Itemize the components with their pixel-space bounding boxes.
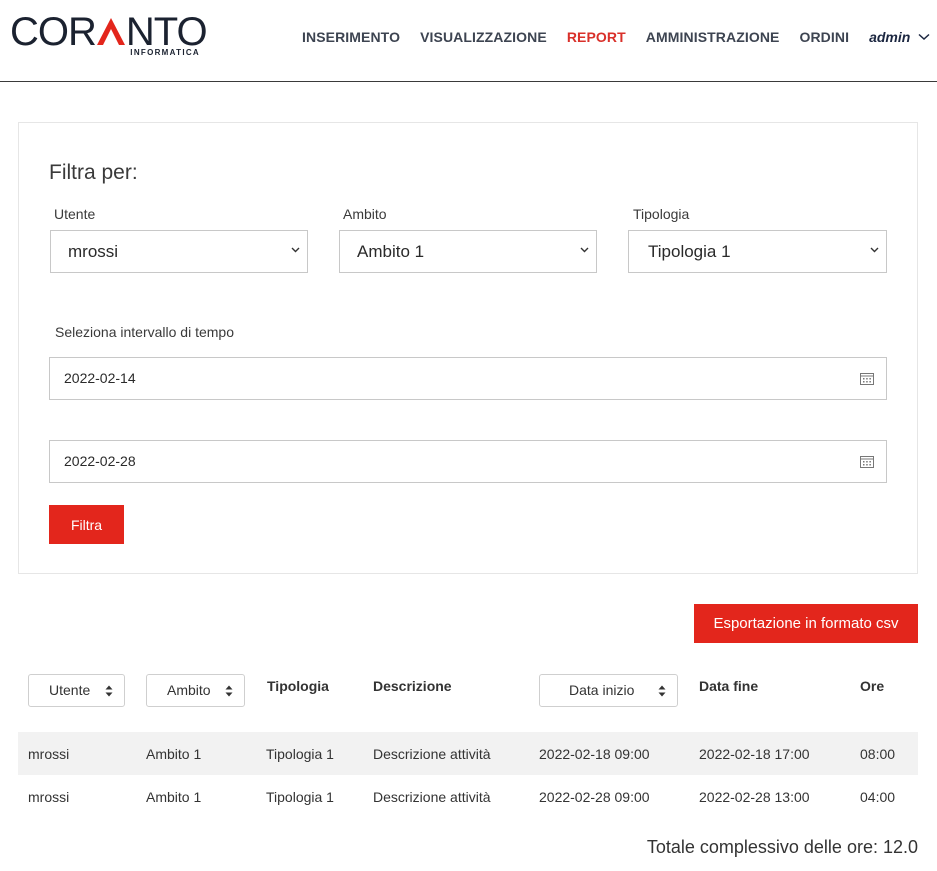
- chevron-down-icon: [291, 247, 300, 253]
- app-header: COR NTO INFORMATICA INSERIMENTO VISUALIZZ…: [0, 0, 937, 82]
- logo-text-post: NTO: [125, 10, 208, 54]
- total-hours: Totale complessivo delle ore: 12.0: [646, 837, 918, 857]
- cell-ore: 04:00: [860, 789, 896, 805]
- utente-select-value: mrossi: [68, 242, 119, 261]
- header-descrizione: Descrizione: [373, 678, 452, 694]
- header-ambito: Ambito: [167, 682, 211, 698]
- sort-updown-icon: [658, 685, 666, 697]
- tipologia-select-value: Tipologia 1: [648, 242, 731, 261]
- table-row: mrossi Ambito 1 Tipologia 1 Descrizione …: [18, 775, 918, 818]
- nav-item-report[interactable]: REPORT: [567, 29, 626, 45]
- cell-utente: mrossi: [28, 789, 70, 805]
- date-start-input[interactable]: 2022-02-14: [49, 357, 887, 400]
- sort-data-inizio-button[interactable]: Data inizio: [539, 674, 678, 707]
- tipologia-label: Tipologia: [633, 206, 690, 222]
- cell-ambito: Ambito 1: [146, 746, 202, 762]
- utente-select[interactable]: mrossi: [50, 230, 308, 273]
- date-end-input[interactable]: 2022-02-28: [49, 440, 887, 483]
- nav-item-visualizzazione[interactable]: VISUALIZZAZIONE: [420, 29, 547, 45]
- header-tipologia: Tipologia: [267, 678, 329, 694]
- cell-data-inizio: 2022-02-28 09:00: [539, 789, 650, 805]
- ambito-select[interactable]: Ambito 1: [339, 230, 597, 273]
- header-data-inizio: Data inizio: [569, 682, 635, 698]
- nav-item-ordini[interactable]: ORDINI: [799, 29, 849, 45]
- calendar-icon[interactable]: [860, 455, 874, 468]
- filtra-button[interactable]: Filtra: [49, 505, 124, 544]
- logo-wordmark: COR NTO: [10, 10, 208, 54]
- main-nav: INSERIMENTO VISUALIZZAZIONE REPORT AMMIN…: [302, 28, 930, 46]
- header-ore: Ore: [860, 678, 885, 694]
- cell-tipologia: Tipologia 1: [266, 789, 334, 805]
- header-utente: Utente: [49, 682, 91, 698]
- table-row: mrossi Ambito 1 Tipologia 1 Descrizione …: [18, 732, 918, 775]
- logo-text-pre: COR: [10, 10, 97, 54]
- cell-ambito: Ambito 1: [146, 789, 202, 805]
- calendar-icon[interactable]: [860, 372, 874, 385]
- chevron-down-icon: [580, 247, 589, 253]
- cell-ore: 08:00: [860, 746, 896, 762]
- nav-item-inserimento[interactable]: INSERIMENTO: [302, 29, 400, 45]
- logo-a-mark-icon: [96, 18, 125, 45]
- interval-label: Seleziona intervallo di tempo: [55, 324, 234, 340]
- cell-descrizione: Descrizione attività: [373, 746, 491, 762]
- cell-utente: mrossi: [28, 746, 70, 762]
- filter-title: Filtra per:: [49, 161, 138, 184]
- cell-data-inizio: 2022-02-18 09:00: [539, 746, 650, 762]
- cell-tipologia: Tipologia 1: [266, 746, 334, 762]
- ambito-label: Ambito: [343, 206, 387, 222]
- ambito-select-value: Ambito 1: [357, 242, 425, 261]
- sort-updown-icon: [225, 685, 233, 697]
- nav-item-amministrazione[interactable]: AMMINISTRAZIONE: [646, 29, 780, 45]
- cell-descrizione: Descrizione attività: [373, 789, 491, 805]
- cell-data-fine: 2022-02-28 13:00: [699, 789, 810, 805]
- sort-utente-button[interactable]: Utente: [28, 674, 125, 707]
- cell-data-fine: 2022-02-18 17:00: [699, 746, 810, 762]
- logo-subtitle: INFORMATICA: [130, 48, 200, 57]
- user-menu[interactable]: admin: [869, 29, 930, 45]
- header-data-fine: Data fine: [699, 678, 759, 694]
- export-csv-button[interactable]: Esportazione in formato csv: [694, 604, 918, 643]
- sort-updown-icon: [105, 685, 113, 697]
- date-start-value: 2022-02-14: [64, 370, 136, 386]
- chevron-down-icon: [918, 33, 930, 41]
- sort-ambito-button[interactable]: Ambito: [146, 674, 245, 707]
- tipologia-select[interactable]: Tipologia 1: [628, 230, 887, 273]
- filter-card: Filtra per: Utente mrossi Ambito Ambito …: [18, 122, 918, 574]
- date-end-value: 2022-02-28: [64, 453, 136, 469]
- corando-logo[interactable]: COR NTO INFORMATICA: [10, 12, 210, 60]
- chevron-down-icon: [870, 247, 879, 253]
- user-name: admin: [869, 29, 911, 45]
- utente-label: Utente: [54, 206, 96, 222]
